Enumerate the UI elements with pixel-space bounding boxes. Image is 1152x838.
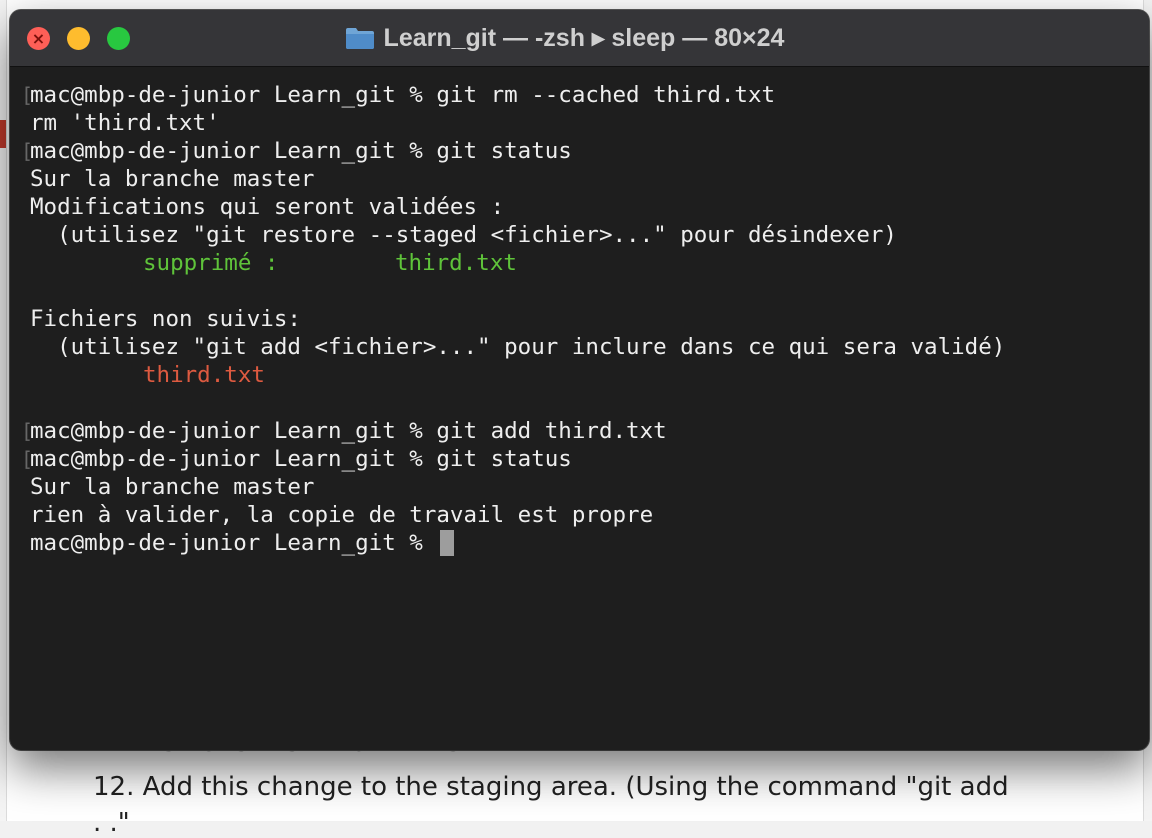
text-cursor (440, 530, 455, 556)
command: git status (436, 138, 572, 164)
output-line: Sur la branche master (30, 166, 315, 192)
prompt: mac@mbp-de-junior Learn_git % (30, 446, 437, 472)
output-line: Modifications qui seront validées : (30, 194, 505, 220)
doc-item-12: 12. Add this change to the staging area.… (93, 772, 1009, 802)
doc-item-13-partial: . ." (93, 808, 130, 838)
line-mark-right: ] (1147, 81, 1149, 109)
untracked-file: third.txt (143, 362, 265, 388)
folder-icon (345, 28, 374, 49)
prompt: mac@mbp-de-junior Learn_git % (30, 530, 437, 556)
background-edge-marker (0, 120, 6, 148)
command: git status (436, 446, 572, 472)
window-title: Learn_git — -zsh ▸ sleep — 80×24 (383, 24, 785, 52)
command: git add third.txt (436, 418, 667, 444)
terminal-output[interactable]: [ mac@mbp-de-junior Learn_git % git rm -… (10, 67, 1149, 750)
output-line: rm 'third.txt' (30, 110, 220, 136)
terminal-window[interactable]: × Learn_git — -zsh ▸ sleep — 80×24 [ mac… (10, 10, 1149, 750)
line-mark-right: ] (1147, 137, 1149, 165)
line-mark-right: ] (1147, 445, 1149, 473)
line-mark-right: ] (1147, 417, 1149, 445)
deleted-label: supprimé : (143, 250, 279, 276)
deleted-file: third.txt (395, 250, 517, 276)
command-line: mac@mbp-de-junior Learn_git % git add th… (30, 417, 667, 445)
command-line: mac@mbp-de-junior Learn_git % git status (30, 445, 572, 473)
command: git rm --cached third.txt (436, 82, 776, 108)
output-line: Fichiers non suivis: (30, 306, 301, 332)
command-line: mac@mbp-de-junior Learn_git % git rm --c… (30, 81, 775, 109)
output-line: rien à valider, la copie de travail est … (30, 502, 654, 528)
output-line: (utilisez "git add <fichier>..." pour in… (30, 334, 1006, 360)
prompt: mac@mbp-de-junior Learn_git % (30, 138, 437, 164)
current-prompt-line[interactable]: mac@mbp-de-junior Learn_git % (30, 529, 455, 557)
output-line: Sur la branche master (30, 474, 315, 500)
prompt: mac@mbp-de-junior Learn_git % (30, 418, 437, 444)
output-line: (utilisez "git restore --staged <fichier… (30, 222, 897, 248)
command-line: mac@mbp-de-junior Learn_git % git status (30, 137, 572, 165)
prompt: mac@mbp-de-junior Learn_git % (30, 82, 437, 108)
title-bar[interactable]: × Learn_git — -zsh ▸ sleep — 80×24 (10, 10, 1149, 67)
window-title-group: Learn_git — -zsh ▸ sleep — 80×24 (10, 10, 1149, 66)
